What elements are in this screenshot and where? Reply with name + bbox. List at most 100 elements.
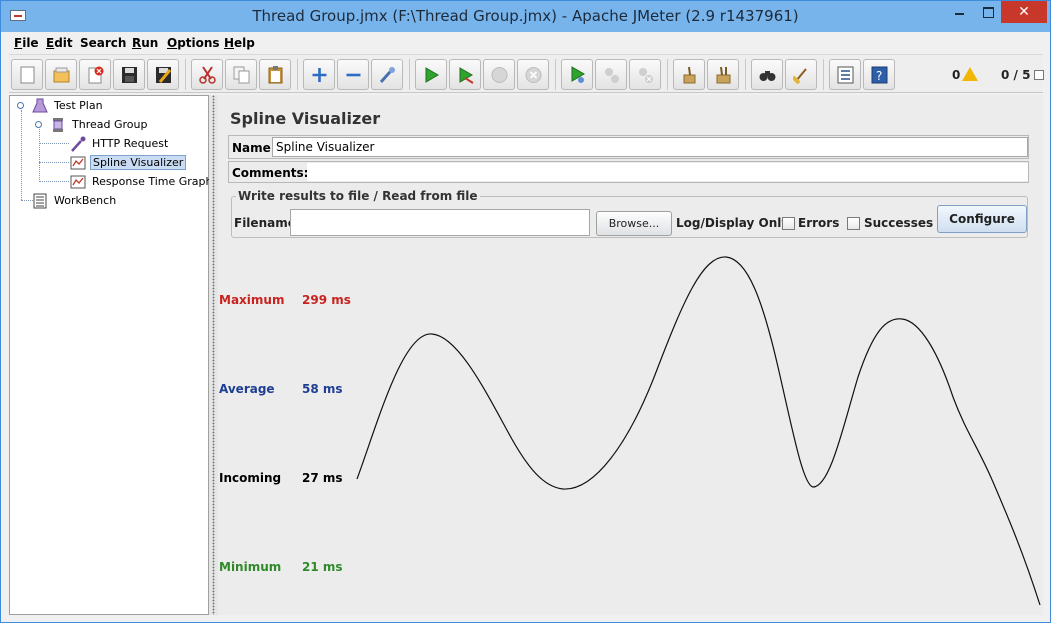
menu-edit[interactable]: Edit: [46, 36, 73, 50]
reset-search-icon: [791, 66, 810, 85]
clear-all-button[interactable]: [707, 59, 739, 90]
workbench-icon: [32, 193, 48, 209]
open-button[interactable]: [45, 59, 77, 90]
clear-button[interactable]: [673, 59, 705, 90]
close-file-icon: [87, 66, 104, 84]
copy-icon: [233, 66, 250, 84]
successes-checkbox[interactable]: [847, 217, 860, 230]
toolbar-separator: [745, 59, 746, 90]
open-icon: [53, 66, 70, 84]
warning-icon[interactable]: [962, 67, 978, 81]
toolbar-separator: [667, 59, 668, 90]
new-button[interactable]: [11, 59, 43, 90]
start-icon: [423, 66, 440, 84]
clear-all-icon: [715, 66, 732, 84]
browse-button[interactable]: Browse...: [596, 211, 672, 236]
menu-run-label: un: [141, 36, 159, 50]
title-bar[interactable]: Thread Group.jmx (F:\Thread Group.jmx) -…: [1, 1, 1050, 32]
errors-checkbox[interactable]: [782, 217, 795, 230]
paste-icon: [267, 66, 284, 84]
name-field[interactable]: Spline Visualizer: [272, 137, 1028, 157]
svg-text:?: ?: [876, 69, 882, 83]
menu-run[interactable]: Run: [132, 36, 158, 50]
toggle-button[interactable]: [371, 59, 403, 90]
menu-search[interactable]: Search: [80, 36, 126, 50]
tree-expand-handle[interactable]: [17, 102, 24, 109]
spline-curve: [356, 256, 1041, 606]
comments-field[interactable]: [307, 163, 1028, 181]
test-plan-icon: [32, 98, 48, 114]
menu-edit-label: dit: [54, 36, 73, 50]
expand-icon: [311, 66, 328, 84]
successes-label: Successes: [864, 216, 934, 230]
save-as-icon: [155, 66, 172, 84]
start-no-timers-button[interactable]: [449, 59, 481, 90]
tree-connector: [39, 162, 69, 163]
file-group: Write results to file / Read from file F…: [231, 189, 1028, 238]
menu-file[interactable]: File: [14, 36, 39, 50]
close-button[interactable]: ✕: [1001, 1, 1047, 23]
configure-button[interactable]: Configure: [937, 205, 1027, 233]
filename-field[interactable]: [290, 209, 590, 236]
menu-help-label: elp: [234, 36, 255, 50]
tree-item-label: WorkBench: [54, 194, 117, 207]
name-row: Name: Spline Visualizer: [228, 135, 1029, 159]
tree-connector: [39, 181, 69, 182]
spline-graph: Maximum 299 ms Average 58 ms Incoming 27 ms…: [218, 247, 1043, 615]
tree-item-label: Thread Group: [72, 118, 148, 131]
toolbar: ? 0 0 / 5: [9, 54, 1044, 93]
remote-shutdown-button[interactable]: [629, 59, 661, 90]
collapse-icon: [345, 66, 362, 84]
toolbar-separator: [823, 59, 824, 90]
new-icon: [19, 66, 36, 84]
function-helper-button[interactable]: [829, 59, 861, 90]
error-count: 0: [952, 68, 961, 82]
tree-expand-handle[interactable]: [35, 121, 42, 128]
tree-connector: [39, 143, 69, 144]
comments-label: Comments:: [232, 166, 309, 180]
file-group-legend: Write results to file / Read from file: [236, 189, 480, 203]
reset-search-button[interactable]: [785, 59, 817, 90]
page-title: Spline Visualizer: [230, 109, 381, 128]
menu-help[interactable]: Help: [224, 36, 255, 50]
save-button[interactable]: [113, 59, 145, 90]
expand-all-button[interactable]: [303, 59, 335, 90]
remote-start-button[interactable]: [561, 59, 593, 90]
search-button[interactable]: [751, 59, 783, 90]
toggle-icon: [379, 66, 396, 84]
start-button[interactable]: [415, 59, 447, 90]
remote-stop-button[interactable]: [595, 59, 627, 90]
split-pane-divider[interactable]: [209, 95, 218, 615]
shutdown-icon: [525, 66, 542, 84]
paste-button[interactable]: [259, 59, 291, 90]
remote-shutdown-icon: [637, 66, 654, 84]
shutdown-button[interactable]: [517, 59, 549, 90]
save-as-button[interactable]: [147, 59, 179, 90]
stop-icon: [491, 66, 508, 84]
help-button[interactable]: ?: [863, 59, 895, 90]
close-file-button[interactable]: [79, 59, 111, 90]
menu-run-accel: R: [132, 36, 142, 50]
maximize-button[interactable]: [974, 1, 1001, 23]
name-label: Name:: [232, 141, 276, 155]
search-icon: [759, 66, 776, 84]
menu-file-accel: F: [14, 36, 23, 50]
errors-label: Errors: [798, 216, 840, 230]
toolbar-separator: [409, 59, 410, 90]
menu-options[interactable]: Options: [167, 36, 220, 50]
status-indicator: [1034, 70, 1044, 80]
menu-help-accel: H: [224, 36, 235, 50]
help-icon: ?: [871, 66, 888, 84]
cut-button[interactable]: [191, 59, 223, 90]
copy-button[interactable]: [225, 59, 257, 90]
filename-label: Filename: [234, 216, 296, 230]
minimize-button[interactable]: [944, 1, 974, 23]
collapse-all-button[interactable]: [337, 59, 369, 90]
tree-connector: [21, 110, 22, 200]
log-display-only-label: Log/Display Only:: [676, 216, 794, 230]
comments-row: Comments:: [228, 161, 1029, 183]
function-helper-icon: [837, 66, 854, 84]
thread-group-icon: [50, 117, 66, 133]
stop-button[interactable]: [483, 59, 515, 90]
cut-icon: [199, 66, 216, 84]
